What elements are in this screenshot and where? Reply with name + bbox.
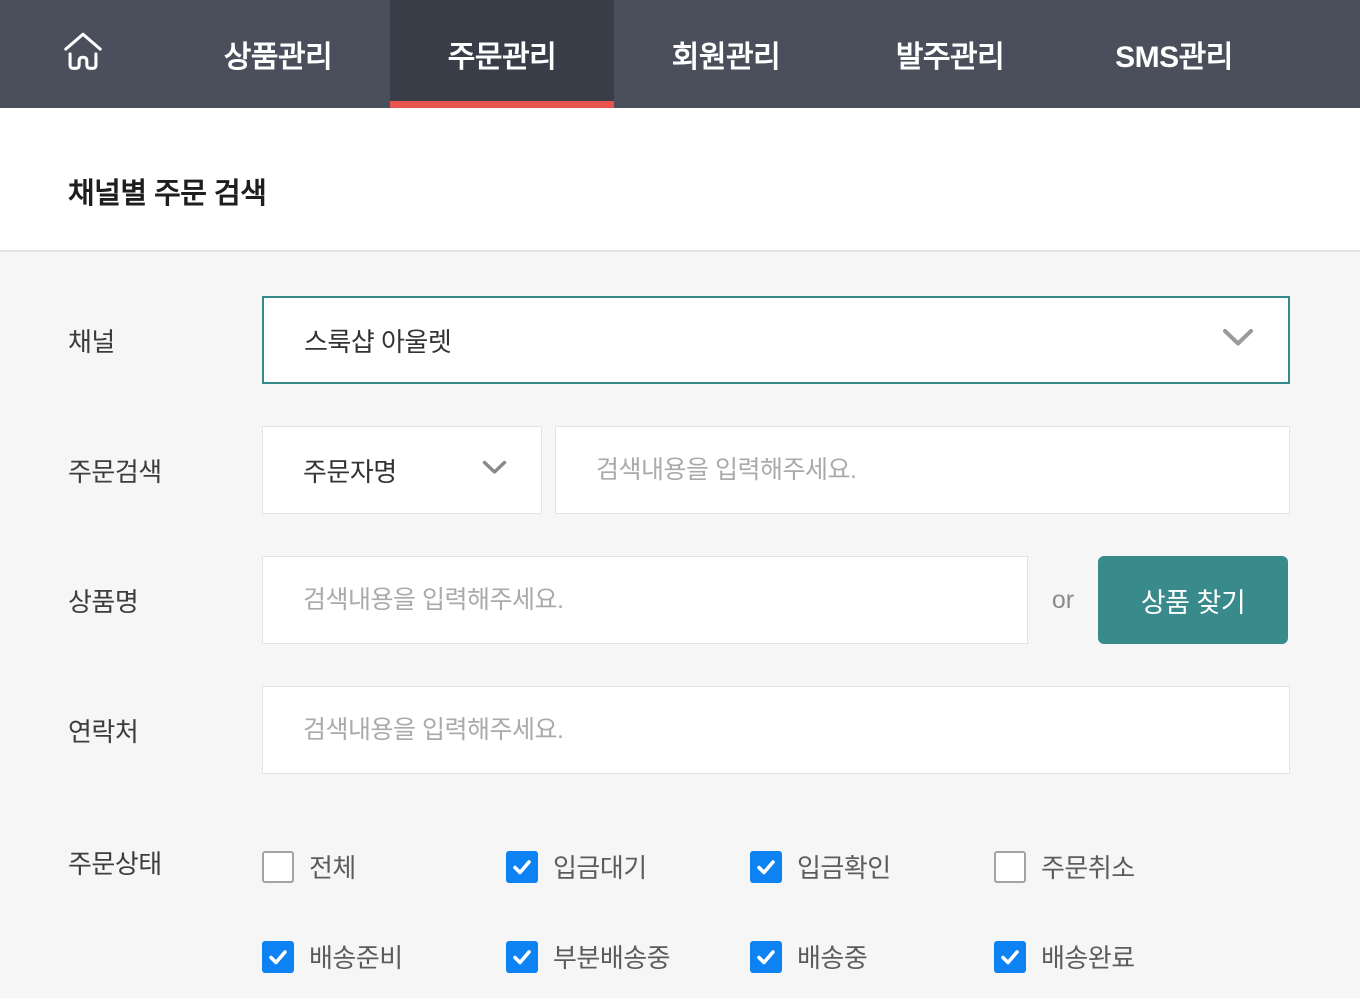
contact-row: 연락처 xyxy=(68,686,1290,774)
checkbox-checked-icon[interactable] xyxy=(750,851,782,883)
status-option-label: 입금확인 xyxy=(797,848,891,885)
order-search-row: 주문검색 주문자명 xyxy=(68,426,1290,514)
status-option-label: 부분배송중 xyxy=(553,938,670,975)
order-search-type-value: 주문자명 xyxy=(303,452,397,489)
product-row: 상품명 or 상품 찾기 xyxy=(68,556,1290,644)
nav-tab-products[interactable]: 상품관리 xyxy=(166,0,390,108)
order-status-options: 전체 입금대기 입금확인 주문취소배송준비 부분배송중 배송중 배송완료 xyxy=(262,848,1238,975)
or-text: or xyxy=(1028,586,1098,615)
checkbox-checked-icon[interactable] xyxy=(506,941,538,973)
product-label: 상품명 xyxy=(68,582,262,619)
chevron-down-icon xyxy=(482,460,507,480)
page-title: 채널별 주문 검색 xyxy=(68,170,266,212)
chevron-down-icon xyxy=(1222,328,1254,352)
channel-row: 채널 스룩샵 아울렛 xyxy=(68,296,1290,384)
order-search-form: 채널 스룩샵 아울렛 주문검색 주문자명 xyxy=(0,252,1360,998)
status-option-label: 전체 xyxy=(309,848,356,885)
status-option-deposit-waiting[interactable]: 입금대기 xyxy=(506,848,750,885)
find-product-button[interactable]: 상품 찾기 xyxy=(1098,556,1288,644)
checkbox-checked-icon[interactable] xyxy=(506,851,538,883)
status-option-label: 주문취소 xyxy=(1041,848,1135,885)
nav-tab-members[interactable]: 회원관리 xyxy=(614,0,838,108)
home-button[interactable] xyxy=(0,0,166,108)
title-bar: 채널별 주문 검색 xyxy=(0,108,1360,252)
contact-input[interactable] xyxy=(262,686,1290,774)
status-option-label: 배송중 xyxy=(797,938,867,975)
top-navbar: 상품관리주문관리회원관리발주관리SMS관리 xyxy=(0,0,1360,108)
checkbox-checked-icon[interactable] xyxy=(750,941,782,973)
checkbox-unchecked-icon[interactable] xyxy=(994,851,1026,883)
status-option-all[interactable]: 전체 xyxy=(262,848,506,885)
checkbox-checked-icon[interactable] xyxy=(994,941,1026,973)
nav-tab-sms[interactable]: SMS관리 xyxy=(1062,0,1286,108)
order-search-input[interactable] xyxy=(555,426,1290,514)
channel-select[interactable]: 스룩샵 아울렛 xyxy=(262,296,1290,384)
nav-tab-orders[interactable]: 주문관리 xyxy=(390,0,614,108)
product-name-input[interactable] xyxy=(262,556,1028,644)
nav-tab-purchase[interactable]: 발주관리 xyxy=(838,0,1062,108)
checkbox-unchecked-icon[interactable] xyxy=(262,851,294,883)
status-option-partial-shipping[interactable]: 부분배송중 xyxy=(506,938,750,975)
status-option-label: 배송완료 xyxy=(1041,938,1135,975)
status-option-label: 입금대기 xyxy=(553,848,647,885)
status-option-deposit-confirm[interactable]: 입금확인 xyxy=(750,848,994,885)
order-search-label: 주문검색 xyxy=(68,452,262,489)
channel-select-value: 스룩샵 아울렛 xyxy=(304,322,451,359)
order-status-label: 주문상태 xyxy=(68,848,262,880)
contact-label: 연락처 xyxy=(68,712,262,749)
status-option-delivered[interactable]: 배송완료 xyxy=(994,938,1238,975)
home-icon xyxy=(60,27,106,82)
order-status-row: 주문상태 전체 입금대기 입금확인 주문취소배송준비 부분배송중 배송중 배송완료 xyxy=(68,848,1290,975)
status-option-ship-ready[interactable]: 배송준비 xyxy=(262,938,506,975)
status-option-label: 배송준비 xyxy=(309,938,403,975)
status-option-order-cancel[interactable]: 주문취소 xyxy=(994,848,1238,885)
checkbox-checked-icon[interactable] xyxy=(262,941,294,973)
status-option-shipping[interactable]: 배송중 xyxy=(750,938,994,975)
nav-tabs: 상품관리주문관리회원관리발주관리SMS관리 xyxy=(166,0,1286,108)
order-search-type-select[interactable]: 주문자명 xyxy=(262,426,542,514)
channel-label: 채널 xyxy=(68,322,262,359)
